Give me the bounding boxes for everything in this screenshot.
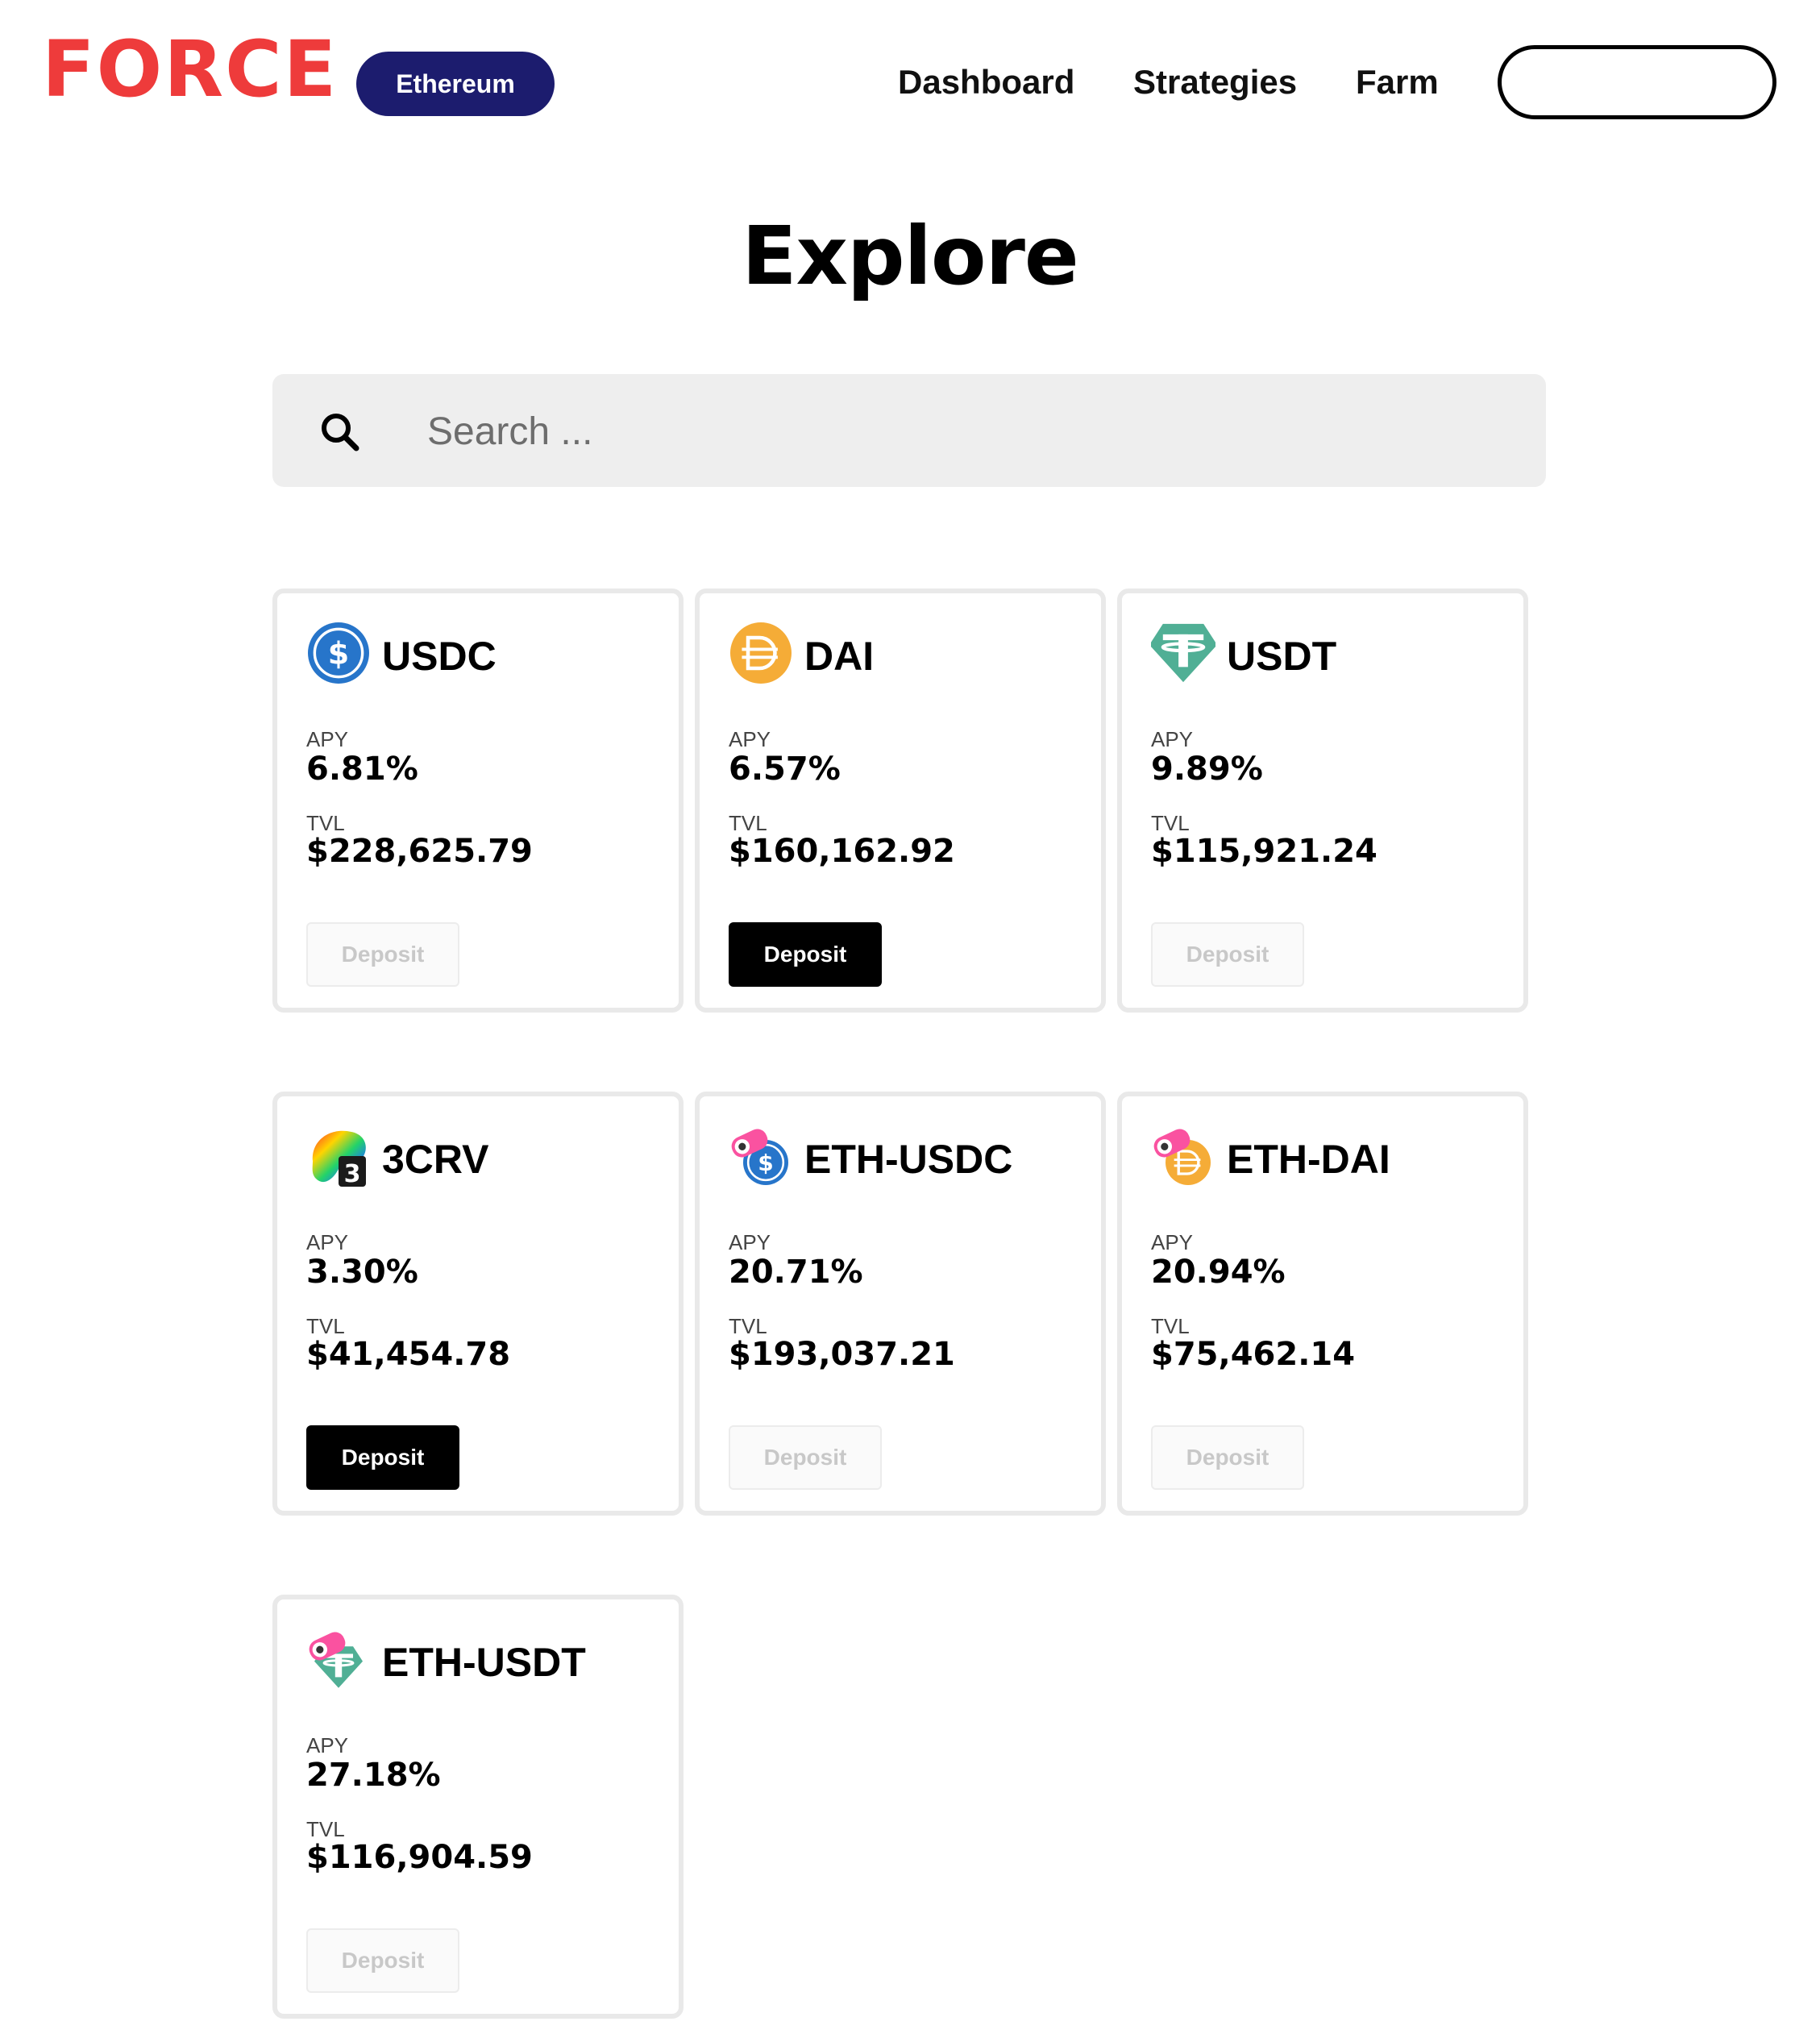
vault-name: USDC [382,634,497,679]
vault-name: DAI [804,634,875,679]
tvl-value: $41,454.78 [306,1336,511,1373]
vault-name: 3CRV [382,1137,489,1182]
apy-label: APY [306,727,349,751]
apy-value: 27.18% [306,1757,441,1794]
vault-name: ETH-DAI [1227,1137,1390,1182]
dai-icon [730,622,792,684]
apy-value: 9.89% [1151,751,1263,788]
tvl-value: $115,921.24 [1151,833,1377,870]
apy-label: APY [1151,1230,1194,1254]
vault-name: USDT [1227,634,1337,679]
apy-label: APY [306,1230,349,1254]
vault-card[interactable]: 3 3CRV APY 3.30% TVL $41,454.78 Deposit [272,1092,684,1516]
search-icon[interactable] [318,410,363,455]
vault-name: ETH-USDC [804,1137,1013,1182]
svg-text:$: $ [758,1150,773,1176]
deposit-button[interactable]: Deposit [306,1928,459,1993]
nav-dashboard-link[interactable]: Dashboard [898,60,1074,105]
deposit-button[interactable]: Deposit [306,922,459,987]
tvl-value: $193,037.21 [729,1336,955,1373]
apy-label: APY [1151,727,1194,751]
tvl-value: $160,162.92 [729,833,955,870]
usdc-icon: $ [308,622,369,684]
page-title: Explore [742,209,1079,303]
deposit-button[interactable]: Deposit [729,1425,882,1490]
deposit-button[interactable]: Deposit [306,1425,459,1490]
vault-card[interactable]: DAI APY 6.57% TVL $160,162.92 Deposit [695,589,1106,1013]
sushi-usdt-icon [309,1632,363,1688]
apy-label: APY [729,1230,771,1254]
apy-value: 3.30% [306,1254,418,1291]
deposit-button[interactable]: Deposit [1151,1425,1304,1490]
nav-farm-link[interactable]: Farm [1356,60,1439,105]
svg-text:$: $ [328,636,349,672]
vault-card[interactable]: ETH-USDT APY 27.18% TVL $116,904.59 Depo… [272,1595,684,2019]
apy-value: 20.94% [1151,1254,1286,1291]
svg-text:3: 3 [344,1160,361,1188]
apy-value: 20.71% [729,1254,863,1291]
vault-name: ETH-USDT [382,1640,586,1685]
tvl-value: $75,462.14 [1151,1336,1356,1373]
force-logo[interactable]: FORCE [42,31,338,108]
connect-wallet-button[interactable] [1498,45,1776,119]
apy-label: APY [306,1733,349,1757]
curve-3crv-icon: 3 [312,1130,366,1188]
vault-card[interactable]: ETH-DAI APY 20.94% TVL $75,462.14 Deposi… [1117,1092,1528,1516]
tvl-value: $228,625.79 [306,833,533,870]
tvl-value: $116,904.59 [306,1839,533,1876]
apy-value: 6.57% [729,751,841,788]
vault-card[interactable]: $ ETH-USDC APY 20.71% TVL $193,037.21 De… [695,1092,1106,1516]
nav-strategies-link[interactable]: Strategies [1133,60,1297,105]
search-input[interactable] [426,398,1509,464]
apy-label: APY [729,727,771,751]
sushi-dai-icon [1153,1129,1211,1185]
vault-card[interactable]: $ USDC APY 6.81% TVL $228,625.79 Deposit [272,589,684,1013]
search-bar [272,374,1546,487]
apy-value: 6.81% [306,751,418,788]
deposit-button[interactable]: Deposit [1151,922,1304,987]
sushi-usdc-icon: $ [731,1129,788,1185]
usdt-icon [1151,623,1215,683]
deposit-button[interactable]: Deposit [729,922,882,987]
network-selector-button[interactable]: Ethereum [356,52,555,116]
vault-card[interactable]: USDT APY 9.89% TVL $115,921.24 Deposit [1117,589,1528,1013]
